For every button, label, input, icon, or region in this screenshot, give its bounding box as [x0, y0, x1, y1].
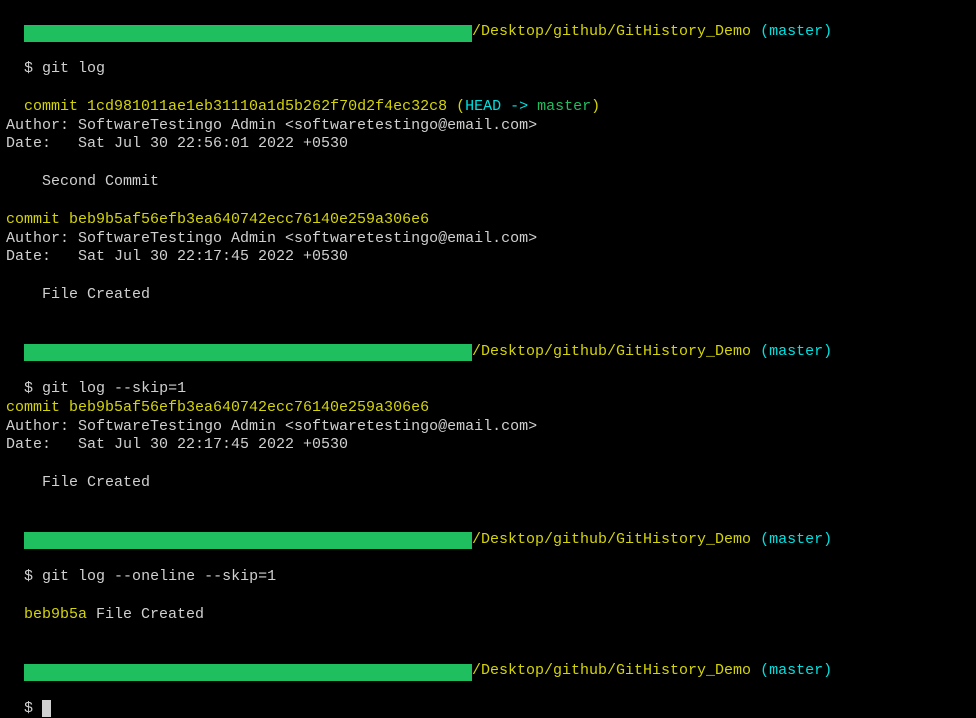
short-hash: beb9b5a: [24, 606, 87, 623]
blank-line: [6, 267, 970, 286]
commit-hash-line: commit beb9b5af56efb3ea640742ecc76140e25…: [6, 211, 970, 230]
commit-message: File Created: [6, 286, 970, 305]
commit-message: Second Commit: [6, 173, 970, 192]
oneline-output: beb9b5a File Created: [6, 587, 970, 625]
user-host-block: [24, 664, 472, 681]
command-text: git log: [42, 60, 105, 77]
branch-indicator: (master): [760, 531, 832, 548]
prompt-line-4: /Desktop/github/GitHistory_Demo (master): [6, 643, 970, 681]
head-ref: HEAD ->: [465, 98, 537, 115]
author-line: Author: SoftwareTestingo Admin <software…: [6, 418, 970, 437]
prompt-line-2: /Desktop/github/GitHistory_Demo (master): [6, 324, 970, 362]
user-host-block: [24, 532, 472, 549]
commit-message: File Created: [6, 474, 970, 493]
short-message: File Created: [87, 606, 204, 623]
branch-indicator: (master): [760, 662, 832, 679]
command-line-4[interactable]: $: [6, 681, 970, 718]
cwd-path: /Desktop/github/GitHistory_Demo: [472, 531, 751, 548]
commit-hash-line: commit 1cd981011ae1eb31110a1d5b262f70d2f…: [6, 79, 970, 117]
cwd-path: /Desktop/github/GitHistory_Demo: [472, 343, 751, 360]
blank-line: [6, 624, 970, 643]
prompt-dollar: $: [24, 700, 33, 717]
commit-hash-line: commit beb9b5af56efb3ea640742ecc76140e25…: [6, 399, 970, 418]
branch-ref: master: [537, 98, 591, 115]
date-line: Date: Sat Jul 30 22:56:01 2022 +0530: [6, 135, 970, 154]
author-line: Author: SoftwareTestingo Admin <software…: [6, 230, 970, 249]
blank-line: [6, 455, 970, 474]
author-line: Author: SoftwareTestingo Admin <software…: [6, 117, 970, 136]
prompt-dollar: $: [24, 380, 33, 397]
refs-close: ): [591, 98, 600, 115]
cwd-path: /Desktop/github/GitHistory_Demo: [472, 662, 751, 679]
prompt-line-3: /Desktop/github/GitHistory_Demo (master): [6, 512, 970, 550]
date-line: Date: Sat Jul 30 22:17:45 2022 +0530: [6, 248, 970, 267]
user-host-block: [24, 344, 472, 361]
user-host-block: [24, 25, 472, 42]
blank-line: [6, 493, 970, 512]
cursor[interactable]: [42, 700, 51, 717]
date-line: Date: Sat Jul 30 22:17:45 2022 +0530: [6, 436, 970, 455]
command-line-2[interactable]: $ git log --skip=1: [6, 361, 970, 399]
cwd-path: /Desktop/github/GitHistory_Demo: [472, 23, 751, 40]
prompt-dollar: $: [24, 60, 33, 77]
command-line-3[interactable]: $ git log --oneline --skip=1: [6, 549, 970, 587]
prompt-dollar: $: [24, 568, 33, 585]
refs-open: (: [447, 98, 465, 115]
branch-indicator: (master): [760, 343, 832, 360]
blank-line: [6, 192, 970, 211]
branch-indicator: (master): [760, 23, 832, 40]
command-text: git log --oneline --skip=1: [42, 568, 276, 585]
command-text: git log --skip=1: [42, 380, 186, 397]
blank-line: [6, 154, 970, 173]
prompt-line-1: /Desktop/github/GitHistory_Demo (master): [6, 4, 970, 42]
command-line-1[interactable]: $ git log: [6, 42, 970, 80]
blank-line: [6, 305, 970, 324]
commit-hash: commit 1cd981011ae1eb31110a1d5b262f70d2f…: [24, 98, 447, 115]
